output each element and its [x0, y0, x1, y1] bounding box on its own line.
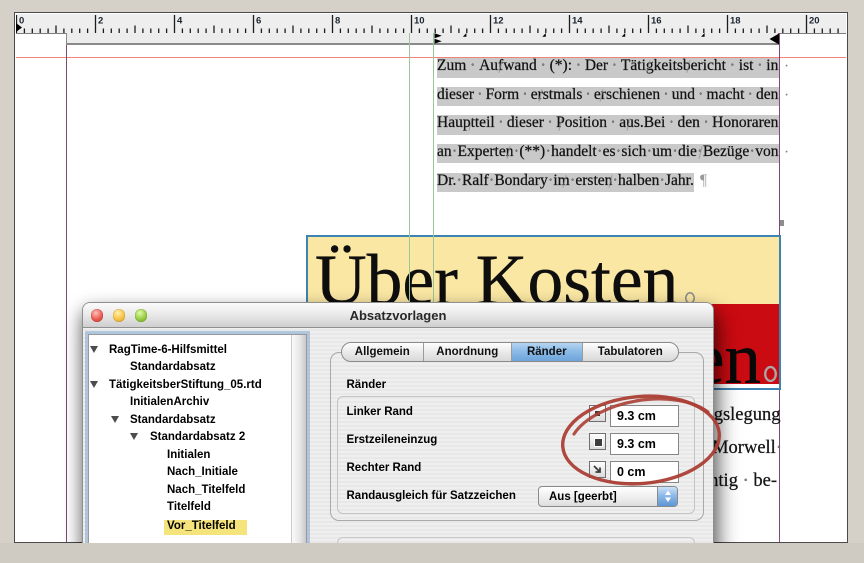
svg-text:6: 6	[256, 16, 261, 27]
svg-text:0: 0	[19, 16, 24, 27]
svg-text:14: 14	[572, 16, 583, 27]
svg-text:4: 4	[177, 16, 183, 27]
svg-text:8: 8	[335, 16, 340, 27]
svg-text:10: 10	[414, 16, 425, 27]
svg-text:18: 18	[730, 16, 741, 27]
svg-text:2: 2	[98, 16, 103, 27]
svg-text:16: 16	[651, 16, 662, 27]
svg-text:12: 12	[493, 16, 504, 27]
svg-text:20: 20	[809, 16, 820, 27]
